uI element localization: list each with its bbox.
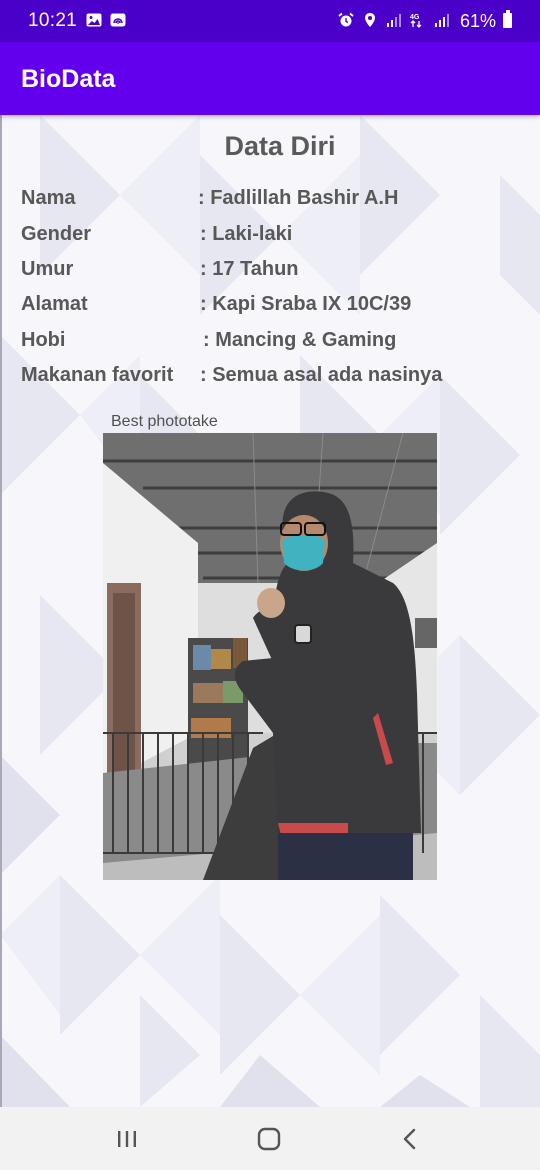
signal-icon [387, 14, 401, 27]
info-row-alamat: Alamat : Kapi Sraba IX 10C/39 [21, 293, 521, 321]
cast-icon [110, 13, 126, 27]
info-row-gender: Gender : Laki-laki [21, 223, 521, 251]
info-value: : Mancing & Gaming [203, 329, 397, 351]
content-scroll[interactable]: Data Diri Nama : Fadlillah Bashir A.H Ge… [0, 115, 540, 1107]
info-label: Gender [21, 223, 92, 245]
recents-icon[interactable] [112, 1125, 142, 1153]
info-value: : 17 Tahun [200, 258, 299, 280]
signal-4g-icon: 4G [410, 14, 422, 28]
location-icon [365, 13, 375, 27]
photo-caption: Best phototake [111, 413, 218, 430]
navigation-bar [0, 1107, 540, 1170]
info-label: Nama [21, 187, 76, 209]
gallery-icon [86, 13, 102, 27]
info-value: : Laki-laki [200, 223, 293, 245]
info-row-hobi: Hobi : Mancing & Gaming [21, 329, 521, 357]
info-row-nama: Nama : Fadlillah Bashir A.H [21, 187, 521, 215]
info-row-umur: Umur : 17 Tahun [21, 258, 521, 286]
section-title: Data Diri [224, 131, 336, 161]
info-label: Umur [21, 258, 74, 280]
info-value: : Kapi Sraba IX 10C/39 [200, 293, 412, 315]
battery-icon [503, 10, 512, 28]
profile-photo [103, 433, 437, 880]
info-label: Hobi [21, 329, 66, 351]
app-title: BioData [21, 65, 116, 93]
info-value: : Semua asal ada nasinya [200, 364, 443, 386]
info-label: Makanan favorit [21, 364, 174, 386]
status-system-icons: 4G [338, 12, 450, 28]
alarm-icon [338, 12, 354, 27]
left-divider [0, 115, 2, 1107]
status-notification-icons [86, 12, 126, 28]
info-row-makanan-favorit: Makanan favorit : Semua asal ada nasinya [21, 364, 521, 392]
status-bar: 10:21 4G 61% [0, 0, 540, 42]
battery-percent: 61% [459, 11, 496, 31]
app-bar: BioData [0, 42, 540, 115]
status-time: 10:21 [28, 10, 78, 31]
back-icon[interactable] [395, 1125, 425, 1153]
info-value: : Fadlillah Bashir A.H [198, 187, 399, 209]
signal-icon [435, 14, 449, 27]
svg-text:4G: 4G [410, 14, 420, 21]
home-icon[interactable] [254, 1125, 284, 1153]
screen: 10:21 4G 61% BioData Data Diri Nama: Fa… [0, 0, 540, 1170]
info-label: Alamat [21, 293, 88, 315]
